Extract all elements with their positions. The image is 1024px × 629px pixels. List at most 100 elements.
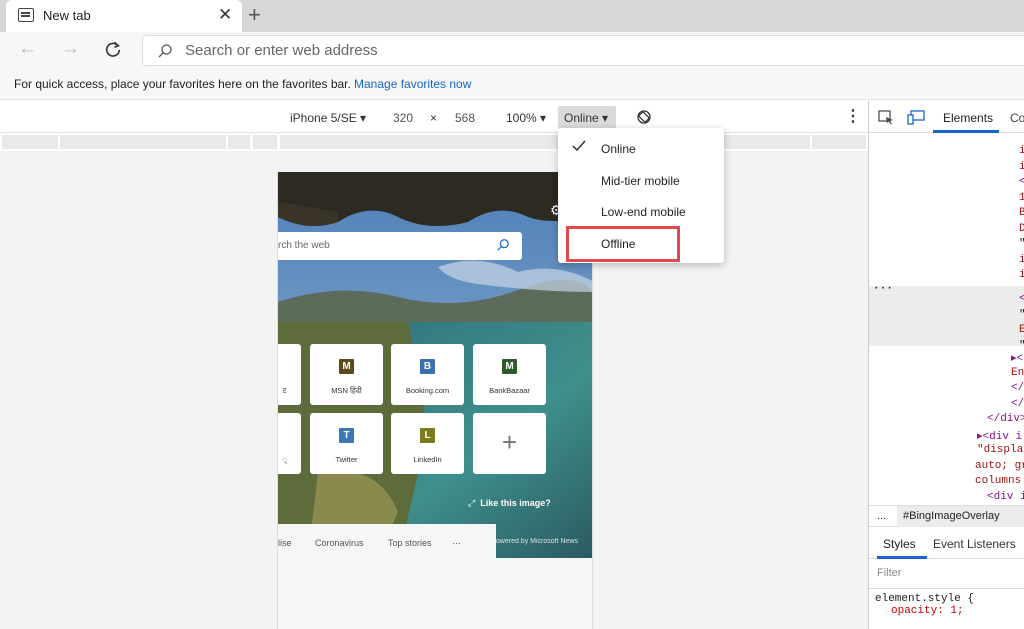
feed-nav-item[interactable]: Top stories xyxy=(388,538,432,548)
tab-console[interactable]: Co xyxy=(1010,111,1024,125)
quick-link-tile[interactable]: M MSN हिंदी xyxy=(310,344,383,405)
dom-node-line[interactable]: </di xyxy=(1011,398,1024,410)
tab-new-tab[interactable]: New tab ✕ xyxy=(6,0,242,32)
throttle-select[interactable]: Online ▾ xyxy=(558,106,616,129)
styles-filter[interactable] xyxy=(869,559,1024,589)
dom-node-line[interactable]: B xyxy=(1019,207,1024,219)
dom-node-line[interactable]: </ xyxy=(1011,382,1024,394)
device-emulation-icon[interactable] xyxy=(907,110,925,125)
tile-label: BankBazaar xyxy=(489,386,530,395)
new-tab-page-icon xyxy=(18,8,34,22)
dom-node-line[interactable]: "displa xyxy=(977,444,1023,456)
add-site-tile[interactable]: + xyxy=(473,413,546,474)
dom-node-line[interactable]: D xyxy=(1019,223,1024,235)
devtools-tab-bar: Elements Co xyxy=(869,101,1024,133)
feed-nav-item[interactable]: lise xyxy=(278,538,292,548)
dom-node-line[interactable]: < xyxy=(1019,293,1024,305)
dom-node-line[interactable]: auto; gr xyxy=(975,460,1024,472)
tab-title: New tab xyxy=(43,8,91,23)
dom-node-line[interactable]: 1 xyxy=(1019,192,1024,204)
dom-node-line[interactable]: " xyxy=(1019,340,1024,352)
highlight-box xyxy=(566,226,680,262)
tile-badge: T xyxy=(339,428,354,443)
powered-by-text: powered by Microsoft News xyxy=(492,538,578,545)
new-tab-button[interactable]: + xyxy=(248,3,261,27)
dom-ellipsis[interactable]: ··· xyxy=(873,283,893,295)
close-tab-icon[interactable]: ✕ xyxy=(218,5,232,25)
quick-link-tile[interactable]: ट xyxy=(278,344,301,405)
dimension-separator: × xyxy=(430,111,438,125)
height-field[interactable]: 568 xyxy=(455,111,475,125)
media-query-bar xyxy=(0,133,868,151)
tile-badge: M xyxy=(502,359,517,374)
web-search-icon[interactable] xyxy=(496,238,510,252)
favorites-bar: For quick access, place your favorites h… xyxy=(0,70,1024,100)
menu-item-low-end-mobile[interactable]: Low-end mobile xyxy=(601,205,686,219)
add-icon: + xyxy=(501,427,518,457)
selected-node-highlight xyxy=(869,286,1024,346)
tile-badge: L xyxy=(420,428,435,443)
tab-elements[interactable]: Elements xyxy=(943,111,993,125)
dom-node-line[interactable]: <div i xyxy=(987,491,1024,503)
feed-more-icon[interactable]: ··· xyxy=(452,538,461,548)
styles-tab-bar: Styles Event Listeners xyxy=(869,527,1024,559)
device-viewport: ⚙ rch the web ट M MSN हिंदी B Booking.co… xyxy=(277,172,593,629)
zoom-select[interactable]: 100% ▾ xyxy=(506,111,546,125)
quick-link-tile[interactable]: L LinkedIn xyxy=(391,413,464,474)
dom-node-line[interactable]: E xyxy=(1019,324,1024,336)
tile-label: Twitter xyxy=(335,455,358,464)
dom-node-line[interactable]: ▸<div i xyxy=(977,429,1022,443)
favorites-message: For quick access, place your favorites h… xyxy=(14,77,351,91)
dom-node-line[interactable]: < xyxy=(1019,176,1024,188)
quick-link-tile[interactable]: T Twitter xyxy=(310,413,383,474)
address-bar[interactable] xyxy=(142,35,1024,66)
device-toolbar: iPhone 5/SE ▾ 320 × 568 100% ▾ Online ▾ … xyxy=(0,101,868,133)
dom-node-line[interactable]: </div> xyxy=(987,413,1024,425)
feed-nav: lise Coronavirus Top stories ··· xyxy=(278,524,496,558)
quick-link-tile[interactable]: ् xyxy=(278,413,301,474)
breadcrumb: ... #BingImageOverlay xyxy=(869,505,1024,527)
checkmark-icon xyxy=(572,140,586,152)
feed-nav-item[interactable]: Coronavirus xyxy=(315,538,364,548)
web-search-box[interactable]: rch the web xyxy=(278,232,522,260)
element-style-rule: element.style { opacity: 1; xyxy=(875,593,974,617)
web-search-placeholder: rch the web xyxy=(278,240,330,251)
menu-item-online[interactable]: Online xyxy=(601,142,636,156)
address-input[interactable] xyxy=(185,42,785,59)
device-select[interactable]: iPhone 5/SE ▾ xyxy=(290,111,366,125)
refresh-icon[interactable] xyxy=(104,40,122,58)
tab-event-listeners[interactable]: Event Listeners xyxy=(933,537,1016,551)
dom-node-line[interactable]: columns: xyxy=(975,475,1024,487)
manage-favorites-link[interactable]: Manage favorites now xyxy=(354,77,471,91)
inspect-element-icon[interactable] xyxy=(878,110,894,125)
dom-node-line[interactable]: i xyxy=(1019,254,1024,266)
dom-node-line[interactable]: i xyxy=(1019,161,1024,173)
tile-badge: M xyxy=(339,359,354,374)
filter-input[interactable] xyxy=(877,567,1007,579)
dom-node-line[interactable]: i xyxy=(1019,269,1024,281)
menu-item-mid-tier-mobile[interactable]: Mid-tier mobile xyxy=(601,174,680,188)
dom-node-line[interactable]: " xyxy=(1019,238,1024,250)
navigation-toolbar: ← → xyxy=(0,32,1024,70)
dom-node-line[interactable]: i xyxy=(1019,145,1024,157)
like-image-link[interactable]: ⤢ Like this image? xyxy=(468,498,551,509)
breadcrumb-more[interactable]: ... xyxy=(877,510,886,522)
dom-node-line[interactable]: " xyxy=(1019,309,1024,321)
width-field[interactable]: 320 xyxy=(393,111,413,125)
dom-node-line[interactable]: En xyxy=(1011,367,1024,379)
quick-link-tile[interactable]: B Booking.com xyxy=(391,344,464,405)
rotate-icon[interactable] xyxy=(636,109,652,125)
dom-node-line[interactable]: ▸< xyxy=(1011,351,1023,365)
element-style-selector: element.style { xyxy=(875,593,975,605)
tab-styles[interactable]: Styles xyxy=(883,537,916,551)
forward-icon[interactable]: → xyxy=(61,38,80,60)
opacity-declaration[interactable]: opacity: 1; xyxy=(875,605,974,617)
tab-strip: New tab ✕ + xyxy=(0,0,1024,32)
breadcrumb-item[interactable]: #BingImageOverlay xyxy=(903,510,1000,522)
tile-badge: B xyxy=(420,359,435,374)
back-icon[interactable]: ← xyxy=(18,38,37,60)
tile-label: MSN हिंदी xyxy=(331,386,362,395)
tile-label: Booking.com xyxy=(405,386,450,395)
quick-link-tile[interactable]: M BankBazaar xyxy=(473,344,546,405)
more-options-icon[interactable]: ⋮ xyxy=(845,109,861,125)
